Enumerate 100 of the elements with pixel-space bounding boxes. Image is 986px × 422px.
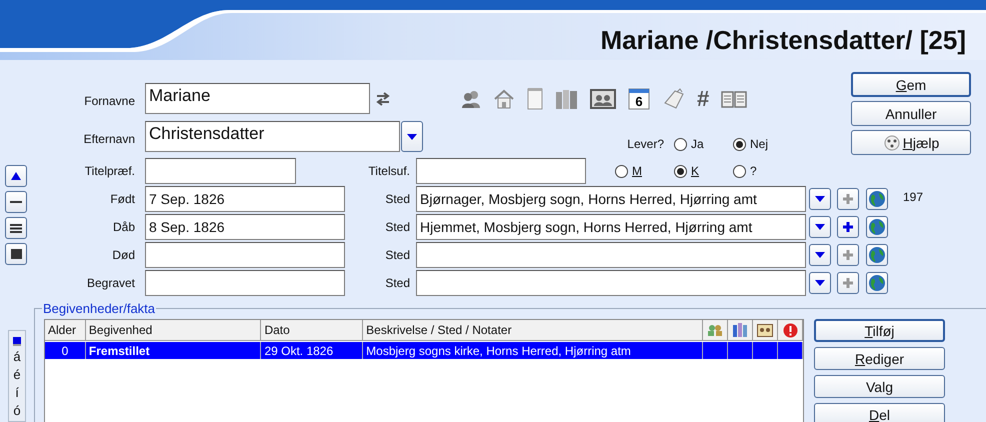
place-field[interactable]: Hjemmet, Mosbjerg sogn, Horns Herred, Hjørring amt — [416, 214, 806, 240]
radio-button[interactable] — [615, 164, 628, 178]
radio-button[interactable] — [674, 138, 687, 150]
plus-icon — [842, 221, 854, 233]
house-icon[interactable] — [493, 88, 515, 110]
square-icon[interactable] — [13, 337, 21, 346]
action-button[interactable]: Hjælp — [851, 130, 971, 155]
window-title: Mariane /Christensdatter/ [25] — [600, 25, 967, 57]
event-button[interactable]: Valg — [814, 375, 945, 398]
date-field[interactable] — [145, 270, 345, 296]
place-field[interactable] — [416, 270, 806, 296]
action-button[interactable]: Gem — [851, 72, 971, 97]
dropdown-button[interactable] — [809, 244, 831, 266]
character-button[interactable]: á — [13, 349, 21, 364]
swap-icon[interactable] — [376, 92, 390, 106]
add-button[interactable] — [837, 272, 859, 294]
calendar-icon[interactable]: 6 — [627, 86, 651, 110]
field-label: Titelpræf. — [84, 164, 135, 178]
help-icon — [882, 134, 901, 150]
place-field[interactable] — [416, 242, 806, 268]
globe-button[interactable] — [866, 216, 888, 238]
caret-icon — [815, 224, 825, 230]
photo-icon — [757, 324, 774, 336]
block-button[interactable] — [5, 243, 27, 265]
group-title: Begivenheder/fakta — [42, 301, 156, 316]
place-field[interactable]: Bjørnager, Mosbjerg sogn, Horns Herred, Hjørring amt — [416, 186, 806, 212]
radio-label: M — [632, 164, 642, 178]
notepad-icon[interactable] — [526, 86, 544, 110]
dropdown-button[interactable] — [809, 188, 831, 210]
globe-icon — [868, 246, 886, 264]
field-label: Født — [109, 192, 135, 206]
character-button[interactable]: í — [15, 385, 19, 400]
plus-icon — [842, 193, 854, 205]
globe-button[interactable] — [866, 244, 888, 266]
table-cell: Fremstillet — [86, 342, 262, 359]
number-icon[interactable]: # — [697, 86, 710, 112]
single-line-button[interactable] — [5, 191, 27, 213]
column-header[interactable]: Dato — [261, 320, 364, 340]
field-label: Død — [111, 248, 135, 262]
globe-button[interactable] — [866, 188, 888, 210]
dropdown-button[interactable] — [809, 216, 831, 238]
title-prefix-field[interactable] — [145, 158, 296, 184]
table-cell: Mosbjerg sogns kirke, Horns Herred, Hjørring atm — [363, 342, 704, 359]
action-button[interactable]: Annuller — [851, 101, 971, 126]
field-label: Sted — [384, 276, 410, 290]
globe-icon — [868, 274, 886, 292]
event-button[interactable]: Del — [814, 403, 945, 422]
table-row[interactable]: 0 Fremstillet 29 Okt. 1826 Mosbjerg sogns kirke, Horns Herred, Hjørring atm — [45, 342, 803, 359]
column-header[interactable]: Beskrivelse / Sted / Notater — [363, 320, 704, 340]
event-button[interactable]: Rediger — [814, 347, 945, 370]
field-label: Sted — [384, 192, 410, 206]
add-button[interactable] — [837, 188, 859, 210]
photo-icon[interactable] — [590, 88, 616, 110]
radio-label: Nej — [750, 137, 768, 151]
event-button[interactable]: Tilføj — [814, 319, 945, 342]
globe-icon — [868, 190, 886, 208]
field-label: Dåb — [112, 220, 135, 234]
title-suffix-field[interactable] — [416, 158, 586, 184]
first-name-field[interactable]: Mariane — [145, 83, 370, 114]
surname-field[interactable]: Christensdatter — [145, 121, 400, 152]
field-label: Efternavn — [82, 132, 135, 146]
books-icon — [732, 323, 748, 337]
radio-label: K — [691, 164, 700, 178]
caret-icon — [815, 252, 825, 258]
character-button[interactable]: ó — [13, 403, 21, 418]
dropdown-button[interactable] — [809, 272, 831, 294]
radio-button[interactable] — [733, 138, 746, 150]
people-icon — [707, 324, 724, 336]
caret-icon — [407, 134, 417, 140]
column-header[interactable]: Begivenhed — [86, 320, 262, 340]
field-label: Fornavne — [83, 94, 135, 108]
radio-label: ? — [750, 164, 757, 178]
books-icon[interactable] — [555, 88, 579, 110]
move-up-button[interactable] — [5, 165, 27, 187]
caret-icon — [815, 280, 825, 286]
plus-icon — [842, 277, 854, 289]
add-button[interactable] — [837, 216, 859, 238]
living-label: Lever? — [626, 137, 665, 151]
date-field[interactable]: 7 Sep. 1826 — [145, 186, 345, 212]
date-field[interactable]: 8 Sep. 1826 — [145, 214, 345, 240]
people-icon[interactable] — [460, 88, 482, 108]
radio-button[interactable] — [674, 164, 687, 178]
table-cell: 29 Okt. 1826 — [261, 342, 364, 359]
caret-icon — [815, 196, 825, 202]
add-button[interactable] — [837, 244, 859, 266]
character-button[interactable]: é — [13, 367, 21, 382]
field-label: Sted — [384, 248, 410, 262]
radio-label: Ja — [691, 137, 704, 151]
date-field[interactable] — [145, 242, 345, 268]
triangle-up-icon — [10, 171, 22, 181]
globe-button[interactable] — [866, 272, 888, 294]
radio-button[interactable] — [733, 164, 746, 178]
column-header[interactable]: Alder — [45, 320, 86, 340]
field-label: Begravet — [86, 276, 135, 290]
lines-icon — [10, 224, 22, 232]
plus-icon — [842, 249, 854, 261]
line-icon — [10, 200, 22, 204]
globe-icon — [868, 218, 886, 236]
lines-button[interactable] — [5, 217, 27, 239]
dropdown-button[interactable] — [401, 121, 423, 152]
